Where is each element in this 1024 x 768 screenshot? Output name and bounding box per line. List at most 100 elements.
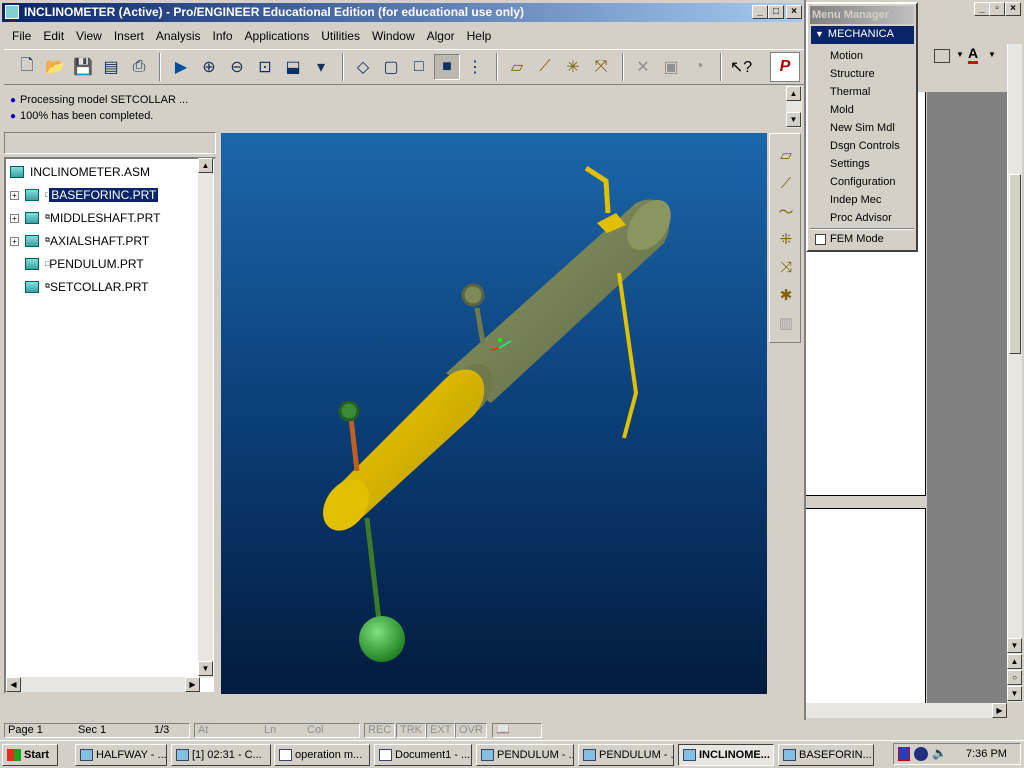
- datum-points-icon[interactable]: ✳: [560, 54, 586, 80]
- task-button[interactable]: PENDULUM - ...: [476, 744, 574, 766]
- hidden-line-icon[interactable]: ▢: [378, 54, 404, 80]
- orient-icon[interactable]: ⬓: [280, 54, 306, 80]
- task-button[interactable]: operation m...: [274, 744, 370, 766]
- menu-manager-title[interactable]: Menu Manager: [810, 6, 914, 24]
- antivirus-icon[interactable]: [898, 747, 910, 761]
- datum-axes-icon[interactable]: ⟋: [532, 54, 558, 80]
- graph-tool-icon[interactable]: ▥: [775, 312, 797, 334]
- close-icon[interactable]: ×: [786, 5, 802, 19]
- saved-views-icon[interactable]: ▾: [308, 54, 334, 80]
- mechanica-header[interactable]: ▼ MECHANICA: [811, 26, 914, 44]
- task-button[interactable]: [1] 02:31 - C...: [171, 744, 271, 766]
- tree-item[interactable]: □ PENDULUM.PRT: [25, 255, 144, 273]
- scroll-down-icon[interactable]: ▼: [1007, 638, 1022, 653]
- tree-horizontal-scrollbar[interactable]: ◀ ▶: [6, 677, 200, 692]
- menu-item-new-sim-mdl[interactable]: New Sim Mdl: [830, 122, 895, 134]
- save-copy-icon[interactable]: ▤: [98, 54, 124, 80]
- bg-restore-icon[interactable]: ▫: [989, 2, 1005, 16]
- menu-info[interactable]: Info: [207, 26, 239, 46]
- wireframe-icon[interactable]: ◇: [350, 54, 376, 80]
- menu-utilities[interactable]: Utilities: [315, 26, 366, 46]
- expand-icon[interactable]: +: [10, 213, 19, 223]
- menu-item-thermal[interactable]: Thermal: [830, 86, 870, 98]
- menu-item-structure[interactable]: Structure: [830, 68, 875, 80]
- rec-indicator[interactable]: REC: [364, 723, 396, 738]
- menu-applications[interactable]: Applications: [239, 26, 316, 46]
- menu-window[interactable]: Window: [366, 26, 421, 46]
- task-button[interactable]: HALFWAY - ...: [75, 744, 167, 766]
- dropdown-arrow-icon[interactable]: ▼: [988, 50, 996, 59]
- volume-icon[interactable]: 🔈: [932, 746, 947, 760]
- select-browse-icon[interactable]: ○: [1007, 670, 1022, 685]
- horizontal-scrollbar[interactable]: ▶: [806, 703, 1007, 718]
- next-page-icon[interactable]: ▼: [1007, 686, 1022, 701]
- menu-file[interactable]: File: [6, 26, 37, 46]
- expand-icon[interactable]: +: [10, 236, 19, 246]
- dropdown-arrow-icon[interactable]: ▼: [956, 50, 964, 59]
- scroll-up-icon[interactable]: ▲: [786, 86, 801, 101]
- model-tree-icon[interactable]: ⋮: [462, 54, 488, 80]
- graphics-viewport[interactable]: [221, 133, 767, 694]
- menu-analysis[interactable]: Analysis: [150, 26, 207, 46]
- menu-edit[interactable]: Edit: [37, 26, 70, 46]
- scroll-down-icon[interactable]: ▼: [198, 661, 213, 676]
- borders-icon[interactable]: [934, 49, 950, 63]
- scroll-up-icon[interactable]: ▲: [198, 158, 213, 173]
- scroll-right-icon[interactable]: ▶: [185, 677, 200, 692]
- menu-insert[interactable]: Insert: [108, 26, 150, 46]
- menu-item-proc-advisor[interactable]: Proc Advisor: [830, 212, 892, 224]
- datum-planes-icon[interactable]: ▱: [504, 54, 530, 80]
- ptc-logo-icon[interactable]: P: [770, 52, 800, 82]
- analysis-tool-icon[interactable]: ✱: [775, 284, 797, 306]
- vertical-scrollbar[interactable]: ▼ ▲ ○ ▼: [1007, 44, 1022, 702]
- view-icon[interactable]: ◔: [686, 54, 712, 80]
- tree-item[interactable]: + □ BASEFORINC.PRT: [10, 186, 160, 204]
- curve-tool-icon[interactable]: 〜: [775, 200, 797, 222]
- menu-item-motion[interactable]: Motion: [830, 50, 863, 62]
- maximize-icon[interactable]: □: [768, 5, 784, 19]
- refit-icon[interactable]: ⊡: [252, 54, 278, 80]
- task-button[interactable]: PENDULUM - ...: [578, 744, 674, 766]
- menu-help[interactable]: Help: [461, 26, 498, 46]
- menu-view[interactable]: View: [70, 26, 108, 46]
- tree-item[interactable]: + ⧉ MIDDLESHAFT.PRT: [10, 209, 160, 227]
- context-help-icon[interactable]: ↖?: [728, 54, 754, 80]
- network-icon[interactable]: [914, 747, 928, 761]
- no-hidden-icon[interactable]: □: [406, 54, 432, 80]
- ext-indicator[interactable]: EXT: [426, 723, 456, 738]
- repaint-icon[interactable]: ▶: [168, 54, 194, 80]
- tree-item[interactable]: + ⧉ AXIALSHAFT.PRT: [10, 232, 149, 250]
- new-icon[interactable]: 🗋: [14, 54, 40, 80]
- spin-center-icon[interactable]: ✕: [630, 54, 656, 80]
- spelling-status-icon[interactable]: 📖: [492, 723, 542, 738]
- start-button[interactable]: Start: [2, 744, 58, 766]
- orient-mode-icon[interactable]: ▣: [658, 54, 684, 80]
- save-icon[interactable]: 💾: [70, 54, 96, 80]
- ovr-indicator[interactable]: OVR: [455, 723, 487, 738]
- title-bar[interactable]: INCLINOMETER (Active) - Pro/ENGINEER Edu…: [2, 3, 802, 22]
- scrollbar-thumb[interactable]: [1009, 174, 1021, 354]
- bg-close-icon[interactable]: ×: [1005, 2, 1021, 16]
- zoom-in-icon[interactable]: ⊕: [196, 54, 222, 80]
- print-icon[interactable]: ⎙: [126, 54, 152, 80]
- font-color-icon[interactable]: A: [968, 46, 979, 64]
- scroll-down-icon[interactable]: ▼: [786, 112, 801, 127]
- trk-indicator[interactable]: TRK: [396, 723, 426, 738]
- tree-item[interactable]: ⧉ SETCOLLAR.PRT: [25, 278, 148, 296]
- menu-item-dsgn-controls[interactable]: Dsgn Controls: [830, 140, 900, 152]
- menu-item-settings[interactable]: Settings: [830, 158, 870, 170]
- task-button[interactable]: BASEFORIN...: [778, 744, 874, 766]
- task-button[interactable]: Document1 - ...: [374, 744, 472, 766]
- menu-item-mold[interactable]: Mold: [830, 104, 854, 116]
- scroll-left-icon[interactable]: ◀: [6, 677, 21, 692]
- point-tool-icon[interactable]: ⁜: [775, 228, 797, 250]
- menu-item-configuration[interactable]: Configuration: [830, 176, 895, 188]
- message-scrollbar[interactable]: ▲ ▼: [786, 86, 802, 128]
- minimize-icon[interactable]: _: [752, 5, 768, 19]
- document-page[interactable]: [806, 508, 926, 704]
- app-icon[interactable]: [5, 5, 19, 19]
- csys-tool-icon[interactable]: ⤨: [775, 256, 797, 278]
- tree-vertical-scrollbar[interactable]: ▲ ▼: [198, 158, 213, 678]
- coord-sys-icon[interactable]: ⤧: [588, 54, 614, 80]
- menu-item-indep-mec[interactable]: Indep Mec: [830, 194, 881, 206]
